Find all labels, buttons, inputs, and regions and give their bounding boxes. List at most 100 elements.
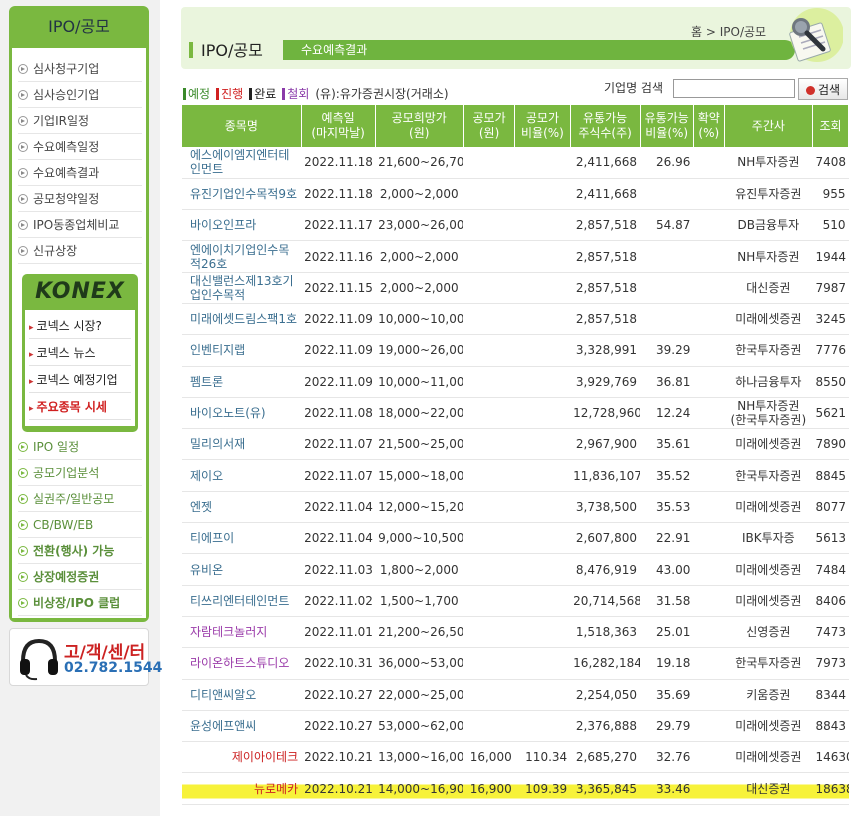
sidebar-menu: 심사청구기업 심사승인기업 기업IR일정수요예측일정수요예측결과 공모청약일정 IPO동… xyxy=(12,48,146,618)
cell-name[interactable]: 펨트론 xyxy=(182,366,302,398)
sidebar-more-item-5[interactable]: 상장예정증권 xyxy=(18,564,142,590)
cell-float-ratio: 31.58 xyxy=(640,585,694,617)
sidebar-more-item-3[interactable]: CB/BW/EB xyxy=(18,512,142,538)
cell-name[interactable]: 자람테크놀러지 xyxy=(182,616,302,649)
cell-name[interactable]: 엔젯 xyxy=(182,491,302,524)
cell-float-shares: 2,376,888 xyxy=(570,710,640,743)
cell-underwriter: NH투자증권 xyxy=(724,240,813,273)
cell-name[interactable]: 제이아이테크 xyxy=(182,741,302,774)
cell-float-ratio: 35.52 xyxy=(640,459,694,492)
cell-name[interactable]: 바이오노트(유) xyxy=(182,397,302,430)
cell-float-ratio: 12.24 xyxy=(640,397,694,430)
sidebar-item-0[interactable]: 심사청구기업 xyxy=(18,56,142,82)
cell-name[interactable]: 에스에이엠지엔터테인먼트 xyxy=(182,147,302,179)
table-row: 바이오인프라 2022.11.17 23,000~26,000 2,857,518 54… xyxy=(182,209,849,242)
cell-name[interactable]: 디티앤씨알오 xyxy=(182,679,302,711)
cell-date: 2022.10.21 xyxy=(301,741,376,774)
company-search-input[interactable] xyxy=(673,79,795,98)
konex-item-label: 코넥스 뉴스 xyxy=(36,346,96,360)
cell-date: 2022.10.21 xyxy=(301,772,376,805)
sidebar-item-6[interactable]: IPO동종업체비교 xyxy=(18,212,142,238)
table-body: 에스에이엠지엔터테인먼트 2022.11.18 21,600~26,700 2,411… xyxy=(182,147,849,805)
cell-views: 8077 xyxy=(812,491,849,524)
cell-ratio xyxy=(514,303,571,336)
sidebar-more-item-4[interactable]: 전환(행사) 가능 xyxy=(18,538,142,564)
cell-float-ratio: 32.76 xyxy=(640,741,694,774)
cell-name[interactable]: 바이오인프라 xyxy=(182,209,302,242)
cell-float-ratio: 39.29 xyxy=(640,334,694,367)
sidebar-item-4[interactable]: 수요예측결과 xyxy=(18,160,142,186)
cell-name[interactable]: 유진기업인수목적9호 xyxy=(182,178,302,211)
cell-name[interactable]: 윤성에프앤씨 xyxy=(182,710,302,743)
sidebar-more-item-2[interactable]: 실권주/일반공모 xyxy=(18,486,142,512)
cell-views: 7484 xyxy=(812,553,849,586)
cell-name[interactable]: 뉴로메카 xyxy=(182,772,302,805)
cell-views: 5621 xyxy=(812,397,849,430)
legend-item-2: 완료 xyxy=(249,87,276,101)
cell-float-ratio: 35.69 xyxy=(640,679,694,711)
sidebar-item-label: 공모기업분석 xyxy=(33,466,100,480)
cell-name[interactable]: 인벤티지랩 xyxy=(182,334,302,367)
cell-ratio xyxy=(514,397,571,430)
cell-offer-price xyxy=(463,553,515,586)
bullet-arrow-icon xyxy=(18,520,28,530)
page-title: IPO/공모 xyxy=(189,37,263,61)
table-row: 엔젯 2022.11.04 12,000~15,200 3,738,500 35.53 미… xyxy=(182,491,849,524)
cell-name[interactable]: 제이오 xyxy=(182,459,302,492)
cell-offer-price xyxy=(463,491,515,524)
status-legend: 예정 진행 완료 철회 (유):유가증권시장(거래소) xyxy=(183,85,449,102)
cell-underwriter: 유진투자증권 xyxy=(724,178,813,211)
sidebar-more-item-1[interactable]: 공모기업분석 xyxy=(18,460,142,486)
cell-name[interactable]: 대신밸런스제13호기업인수목적 xyxy=(182,272,302,304)
cell-float-shares: 2,411,668 xyxy=(570,178,640,211)
cell-name[interactable]: 티에프이 xyxy=(182,522,302,555)
sidebar-item-2[interactable]: 기업IR일정 xyxy=(18,108,142,134)
cell-name[interactable]: 밀리의서재 xyxy=(182,428,302,461)
konex-logo[interactable]: KONEX xyxy=(22,274,138,310)
legend-label: 진행 xyxy=(221,87,244,101)
sidebar-item-label: 상장예정증권 xyxy=(33,570,100,584)
cell-name[interactable]: 미래에셋드림스팩1호 xyxy=(182,303,302,336)
cell-float-shares: 11,836,107 xyxy=(570,459,640,492)
cell-hope-price: 13,000~16,000 xyxy=(375,741,464,774)
bullet-arrow-icon xyxy=(18,220,28,230)
cell-float-shares: 2,411,668 xyxy=(570,147,640,179)
sidebar-item-label: 수요예측일정 xyxy=(33,140,100,154)
search-button[interactable]: 검색 xyxy=(798,78,848,100)
cell-views: 7408 xyxy=(812,147,849,179)
sidebar-more-item-6[interactable]: 비상장/IPO 클럽 xyxy=(18,590,142,616)
cell-date: 2022.11.09 xyxy=(301,303,376,336)
konex-item-1[interactable]: ▸ 코넥스 뉴스 xyxy=(29,340,131,366)
cell-name[interactable]: 유비온 xyxy=(182,553,302,586)
sidebar-item-3[interactable]: 수요예측일정 xyxy=(18,134,142,160)
sidebar-item-7[interactable]: 신규상장 xyxy=(18,238,142,264)
cell-confirmed xyxy=(693,585,725,617)
sidebar-item-label: 신규상장 xyxy=(33,244,78,258)
cell-ratio: 110.34 xyxy=(514,741,571,774)
sidebar-more-item-0[interactable]: IPO 일정 xyxy=(18,434,142,460)
konex-item-2[interactable]: ▸ 코넥스 예정기업 xyxy=(29,367,131,393)
konex-item-label: 주요종목 시세 xyxy=(36,400,107,414)
bullet-arrow-icon xyxy=(18,194,28,204)
customer-center[interactable]: 고/객/센/터 02.782.1544 xyxy=(9,628,162,686)
cell-name[interactable]: 엔에이치기업인수목적26호 xyxy=(182,240,302,273)
cell-views: 510 xyxy=(812,209,849,242)
col-header-ratio: 공모가 비율(%) xyxy=(514,105,571,147)
breadcrumb[interactable]: 홈 > IPO/공모 xyxy=(691,23,766,40)
cell-offer-price xyxy=(463,147,515,179)
cell-float-shares: 20,714,568 xyxy=(570,585,640,617)
cell-underwriter: 미래에셋증권 xyxy=(724,553,813,586)
sidebar-item-5[interactable]: 공모청약일정 xyxy=(18,186,142,212)
cell-ratio xyxy=(514,710,571,743)
search-label: 기업명 검색 xyxy=(604,81,664,95)
konex-item-0[interactable]: ▸ 코넥스 시장? xyxy=(29,313,131,339)
cell-views: 7987 xyxy=(812,272,849,304)
konex-item-3[interactable]: ▸ 주요종목 시세 xyxy=(29,394,131,420)
table-row: 미래에셋드림스팩1호 2022.11.09 10,000~10,000 2,857,5… xyxy=(182,303,849,336)
sidebar-item-1[interactable]: 심사승인기업 xyxy=(18,82,142,108)
cell-date: 2022.11.07 xyxy=(301,428,376,461)
cell-underwriter: NH투자증권 (한국투자증권) xyxy=(724,397,813,430)
cell-name[interactable]: 티쓰리엔터테인먼트 xyxy=(182,585,302,617)
sidebar-item-label: 실권주/일반공모 xyxy=(33,492,115,506)
cell-name[interactable]: 라이온하트스튜디오 xyxy=(182,647,302,680)
